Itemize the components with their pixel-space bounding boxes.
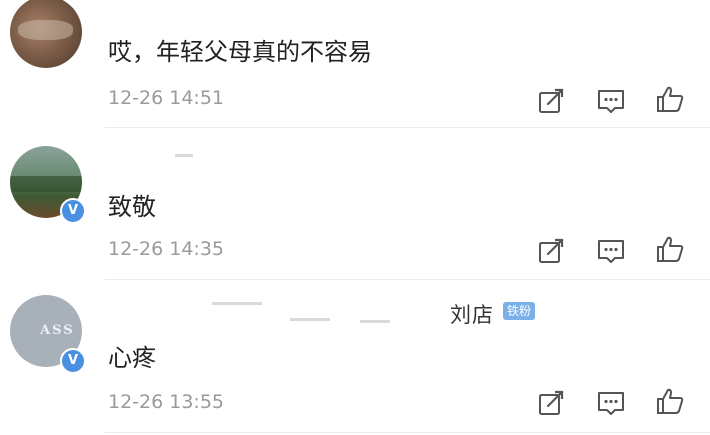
comment-item: V 致敬 12-26 14:35 xyxy=(0,128,710,280)
like-icon xyxy=(657,388,684,414)
avatar[interactable] xyxy=(10,0,82,68)
comment-time: 12-26 13:55 xyxy=(108,391,225,413)
username[interactable]: 刘店 xyxy=(450,299,494,329)
username-placeholder xyxy=(290,318,330,321)
verified-badge-icon: V xyxy=(60,198,86,224)
repost-button[interactable] xyxy=(536,236,566,266)
fan-badge: 铁粉 xyxy=(503,302,536,320)
comment-item: 哎，年轻父母真的不容易 12-26 14:51 xyxy=(0,0,710,128)
comment-time: 12-26 14:51 xyxy=(108,87,225,109)
comment-time: 12-26 14:35 xyxy=(108,238,225,260)
comment-text: 哎，年轻父母真的不容易 xyxy=(108,38,372,66)
comment-text: 致敬 xyxy=(108,193,156,221)
like-icon xyxy=(657,236,684,262)
edit-icon xyxy=(539,88,564,113)
username-placeholder xyxy=(360,320,390,323)
like-icon xyxy=(657,86,684,112)
edit-icon xyxy=(539,390,564,415)
avatar-text: ASS xyxy=(40,323,75,338)
reply-button[interactable] xyxy=(596,86,626,116)
comment-icon xyxy=(598,392,624,415)
repost-button[interactable] xyxy=(536,86,566,116)
divider xyxy=(105,432,710,433)
comment-item: ASS V 刘店 铁粉 心疼 12-26 13:55 xyxy=(0,280,710,435)
like-button[interactable] xyxy=(655,386,685,416)
verified-badge-icon: V xyxy=(60,348,86,374)
username-placeholder xyxy=(212,302,262,305)
reply-button[interactable] xyxy=(596,236,626,266)
like-button[interactable] xyxy=(655,234,685,264)
comment-icon xyxy=(598,90,624,113)
comment-icon xyxy=(598,240,624,263)
repost-button[interactable] xyxy=(536,388,566,418)
reply-button[interactable] xyxy=(596,388,626,418)
username-placeholder xyxy=(175,154,193,157)
comment-text: 心疼 xyxy=(108,344,156,372)
edit-icon xyxy=(539,238,564,263)
like-button[interactable] xyxy=(655,84,685,114)
